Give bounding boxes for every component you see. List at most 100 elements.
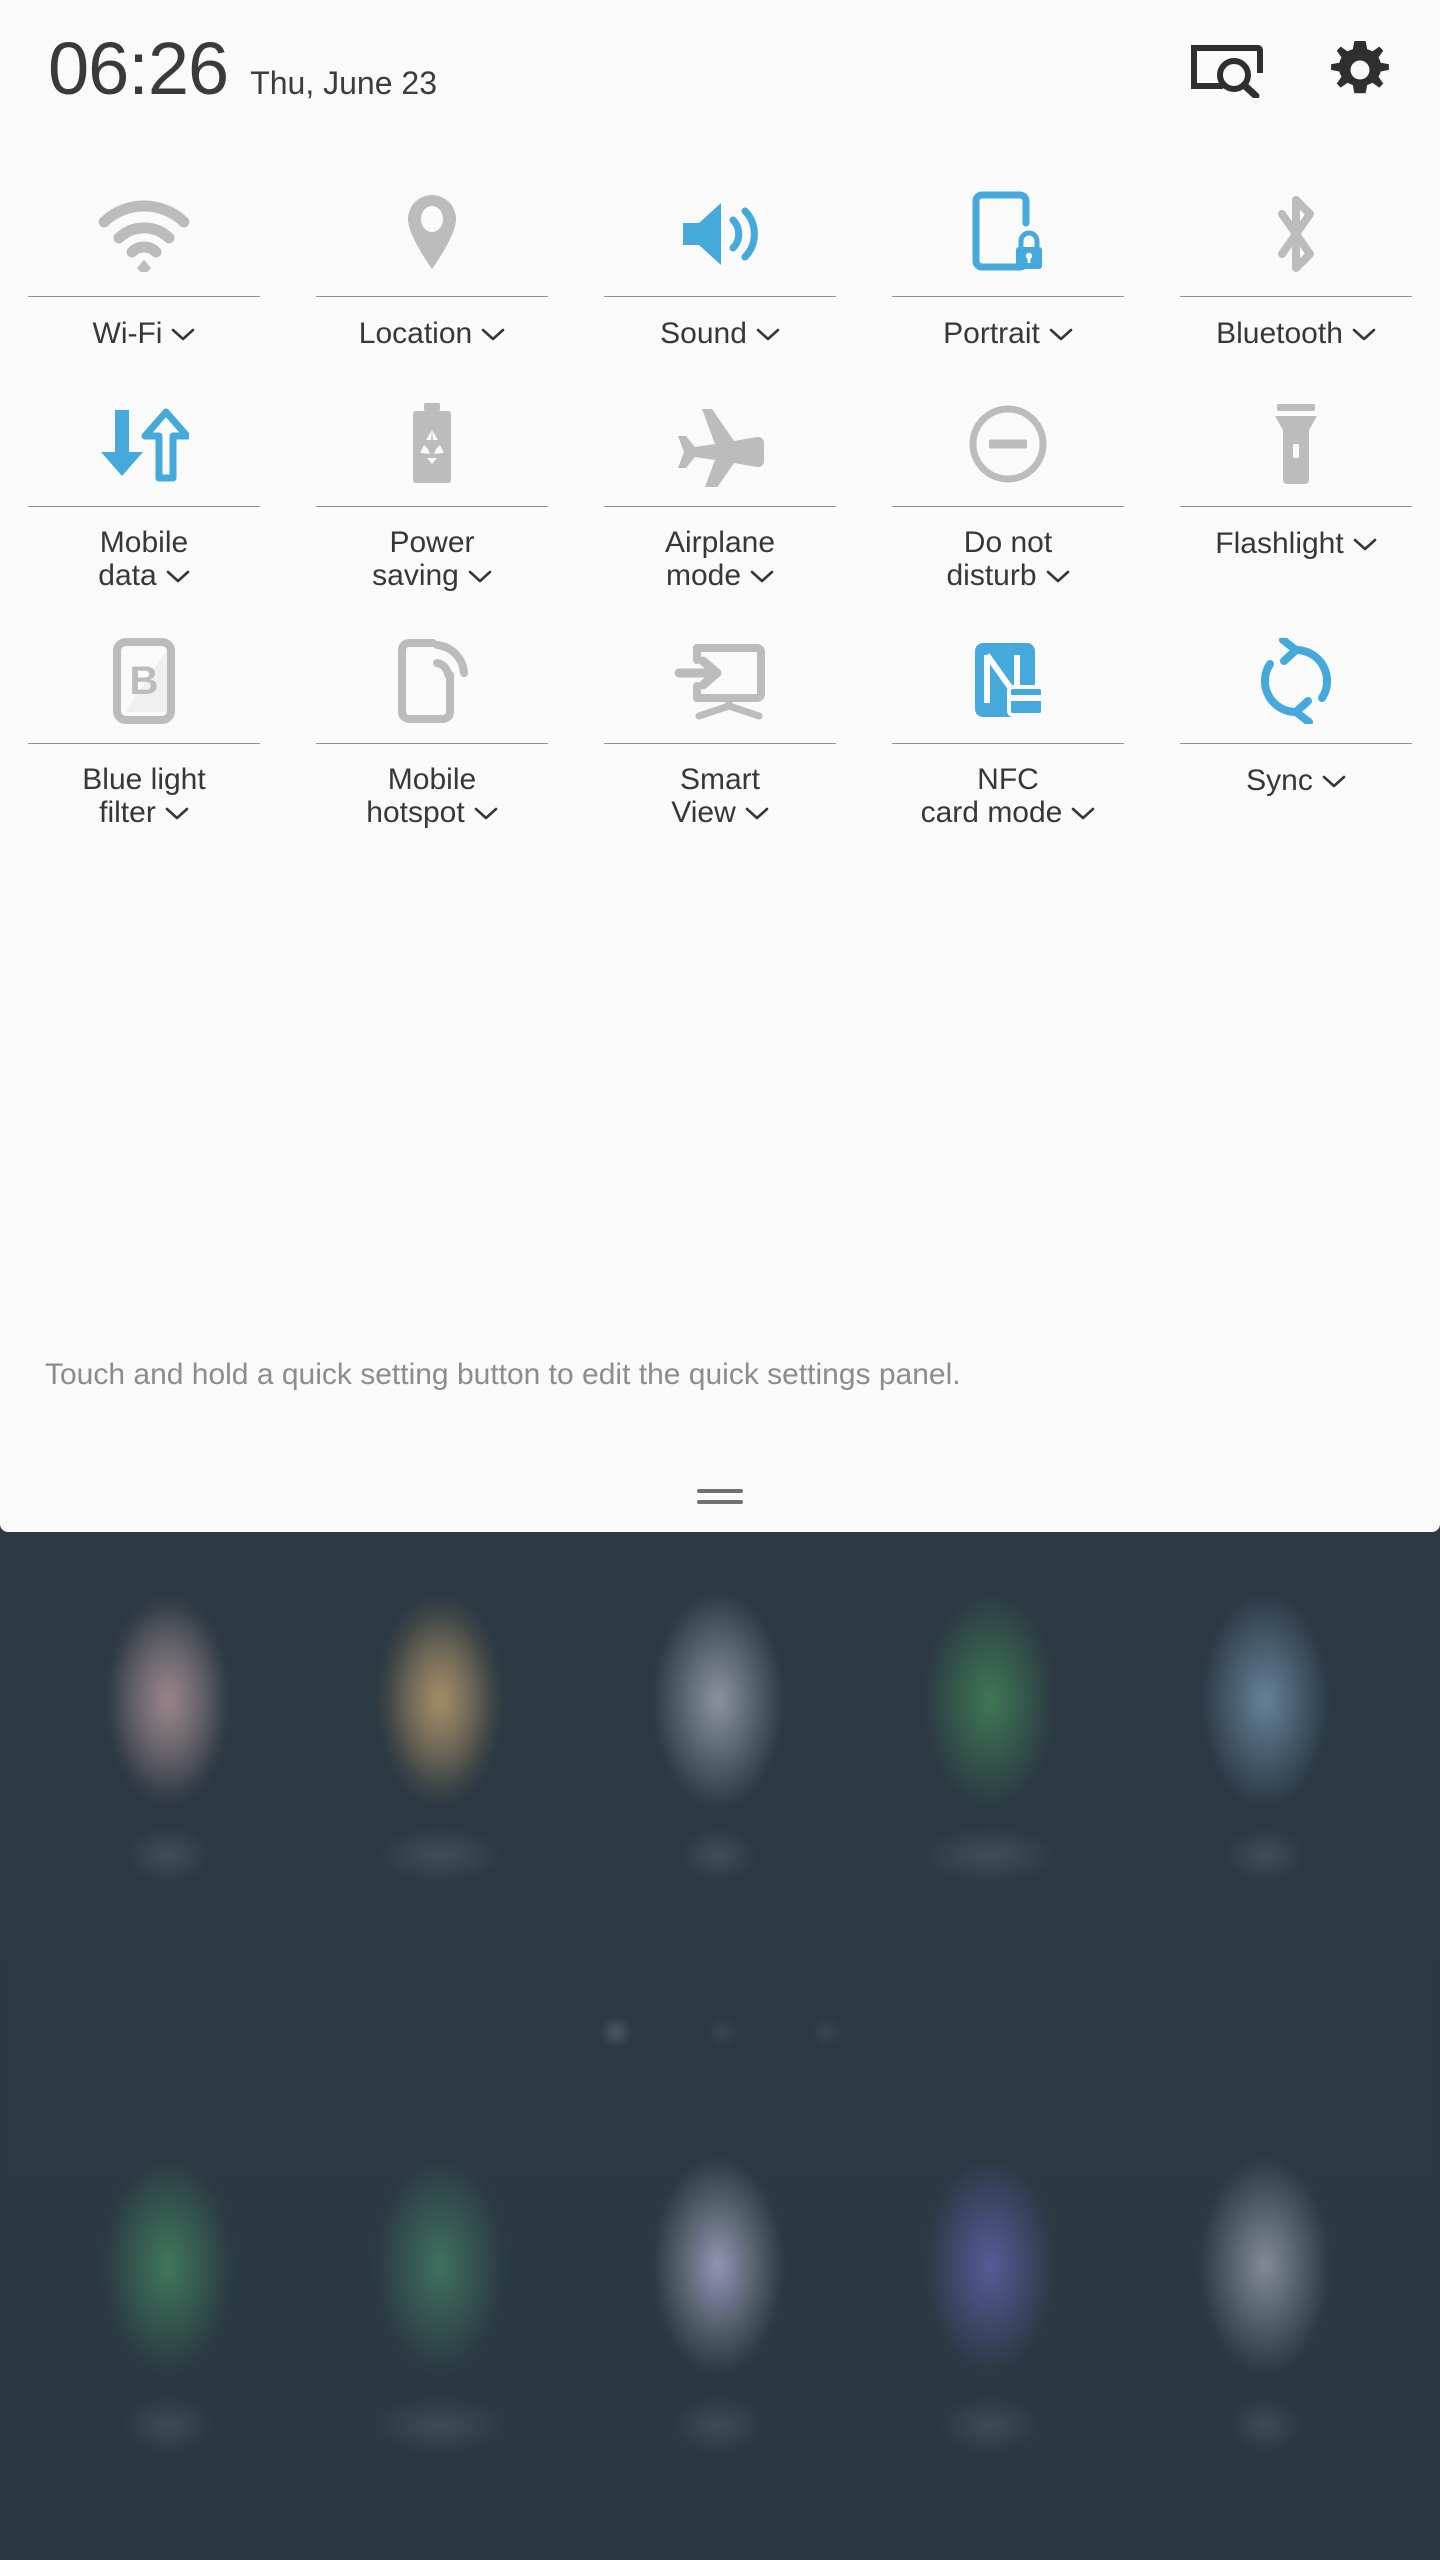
quick-tile-nfc-card-mode[interactable]: NFC card mode — [864, 615, 1152, 852]
screen-rotation-lock-icon — [968, 180, 1048, 288]
tile-divider — [892, 506, 1124, 507]
svg-text:B: B — [130, 659, 159, 703]
do-not-disturb-icon — [966, 390, 1050, 498]
quick-tile-flashlight[interactable]: Flashlight — [1152, 378, 1440, 615]
tile-text: Bluetooth — [1216, 317, 1343, 350]
chevron-down-icon[interactable] — [165, 796, 189, 828]
sound-speaker-icon — [673, 180, 767, 288]
tile-divider — [892, 743, 1124, 744]
quick-tile-label: Blue light filter — [82, 763, 205, 829]
blue-light-filter-icon: B — [109, 627, 179, 735]
handle-bar — [697, 1489, 743, 1493]
tile-divider — [604, 506, 836, 507]
quick-tile-smart-view[interactable]: Smart View — [576, 615, 864, 852]
wifi-icon — [94, 180, 194, 288]
quick-tile-label: NFC card mode — [920, 763, 1096, 830]
quick-tile-label: Location — [359, 317, 505, 350]
tile-text: Do not disturb — [946, 526, 1053, 593]
tile-text: Wi-Fi — [92, 317, 163, 350]
chevron-down-icon[interactable] — [1352, 317, 1376, 349]
quick-tile-wifi[interactable]: Wi-Fi — [0, 168, 288, 378]
quick-tile-label: Bluetooth — [1216, 317, 1376, 350]
tile-text: Location — [358, 317, 473, 350]
quick-settings-row: B Blue light filter Mobile hotspot Smart… — [0, 615, 1440, 852]
quick-tile-label: Mobile data — [98, 526, 190, 592]
quick-tile-label: Sound — [660, 317, 780, 350]
tile-text: Sound — [660, 317, 747, 350]
tile-divider — [1180, 506, 1412, 507]
quick-tile-bluetooth[interactable]: Bluetooth — [1152, 168, 1440, 378]
quick-tile-do-not-disturb[interactable]: Do not disturb — [864, 378, 1152, 615]
tile-divider — [892, 296, 1124, 297]
tile-text: Mobile hotspot — [366, 763, 477, 830]
tile-divider — [316, 743, 548, 744]
quick-tile-label: Flashlight — [1215, 527, 1377, 560]
tile-divider — [28, 506, 260, 507]
quick-tile-label: Smart View — [671, 763, 769, 829]
tile-divider — [1180, 743, 1412, 744]
quick-settings-panel: 06:26 Thu, June 23 Wi-Fi Location Sound … — [0, 0, 1440, 1532]
chevron-down-icon[interactable] — [1071, 796, 1095, 828]
quick-tile-mobile-data[interactable]: Mobile data — [0, 378, 288, 615]
chevron-down-icon[interactable] — [1353, 527, 1377, 559]
gear-icon[interactable] — [1328, 38, 1392, 107]
tile-divider — [316, 506, 548, 507]
header-icon-group — [1190, 38, 1392, 107]
quick-tile-label: Sync — [1246, 764, 1346, 797]
airplane-icon — [672, 390, 768, 498]
quick-tile-location[interactable]: Location — [288, 168, 576, 378]
chevron-down-icon[interactable] — [750, 559, 774, 591]
tile-text: Power saving — [372, 526, 475, 593]
flashlight-icon — [1269, 390, 1323, 498]
quick-settings-row: Mobile data Power saving Airplane mode D… — [0, 378, 1440, 615]
chevron-down-icon[interactable] — [468, 559, 492, 591]
chevron-down-icon[interactable] — [745, 796, 769, 828]
quick-tile-power-saving[interactable]: Power saving — [288, 378, 576, 615]
tile-divider — [1180, 296, 1412, 297]
clock-date-group[interactable]: 06:26 Thu, June 23 — [48, 32, 437, 106]
chevron-down-icon[interactable] — [1046, 559, 1070, 591]
quick-tile-sound[interactable]: Sound — [576, 168, 864, 378]
tile-divider — [316, 296, 548, 297]
mobile-hotspot-icon — [393, 627, 471, 735]
tile-divider — [604, 743, 836, 744]
finder-search-icon[interactable] — [1190, 42, 1266, 103]
quick-tile-label: Power saving — [372, 526, 492, 593]
bluetooth-icon — [1264, 180, 1328, 288]
clock-time: 06:26 — [48, 27, 229, 110]
chevron-down-icon[interactable] — [166, 559, 190, 591]
quick-tile-airplane-mode[interactable]: Airplane mode — [576, 378, 864, 615]
location-pin-icon — [400, 180, 464, 288]
tile-divider — [28, 743, 260, 744]
quick-tile-label: Mobile hotspot — [366, 763, 498, 830]
edit-panel-hint: Touch and hold a quick setting button to… — [45, 1358, 961, 1391]
tile-text: Flashlight — [1215, 527, 1344, 560]
quick-tile-sync[interactable]: Sync — [1152, 615, 1440, 852]
smart-view-icon — [671, 627, 769, 735]
chevron-down-icon[interactable] — [171, 317, 195, 349]
tile-text: Sync — [1246, 764, 1313, 797]
quick-settings-row: Wi-Fi Location Sound Portrait Bluetooth — [0, 168, 1440, 378]
chevron-down-icon[interactable] — [1049, 317, 1073, 349]
chevron-down-icon[interactable] — [1322, 764, 1346, 796]
quick-tile-portrait[interactable]: Portrait — [864, 168, 1152, 378]
status-header: 06:26 Thu, June 23 — [0, 0, 1440, 168]
quick-tile-label: Wi-Fi — [93, 317, 196, 350]
quick-tile-mobile-hotspot[interactable]: Mobile hotspot — [288, 615, 576, 852]
tile-divider — [604, 296, 836, 297]
quick-tile-label: Do not disturb — [946, 526, 1070, 593]
chevron-down-icon[interactable] — [481, 317, 505, 349]
panel-drag-handle[interactable] — [697, 1489, 743, 1504]
quick-tile-label: Airplane mode — [665, 526, 775, 592]
battery-recycle-icon — [400, 390, 464, 498]
tile-divider — [28, 296, 260, 297]
chevron-down-icon[interactable] — [756, 317, 780, 349]
nfc-card-mode-icon — [967, 627, 1049, 735]
sync-refresh-icon — [1253, 627, 1339, 735]
tile-text: NFC card mode — [920, 763, 1063, 830]
mobile-data-arrows-icon — [99, 390, 189, 498]
chevron-down-icon[interactable] — [474, 796, 498, 828]
quick-tile-blue-light-filter[interactable]: B Blue light filter — [0, 615, 288, 852]
quick-settings-grid: Wi-Fi Location Sound Portrait Bluetooth … — [0, 168, 1440, 852]
quick-tile-label: Portrait — [943, 317, 1073, 350]
